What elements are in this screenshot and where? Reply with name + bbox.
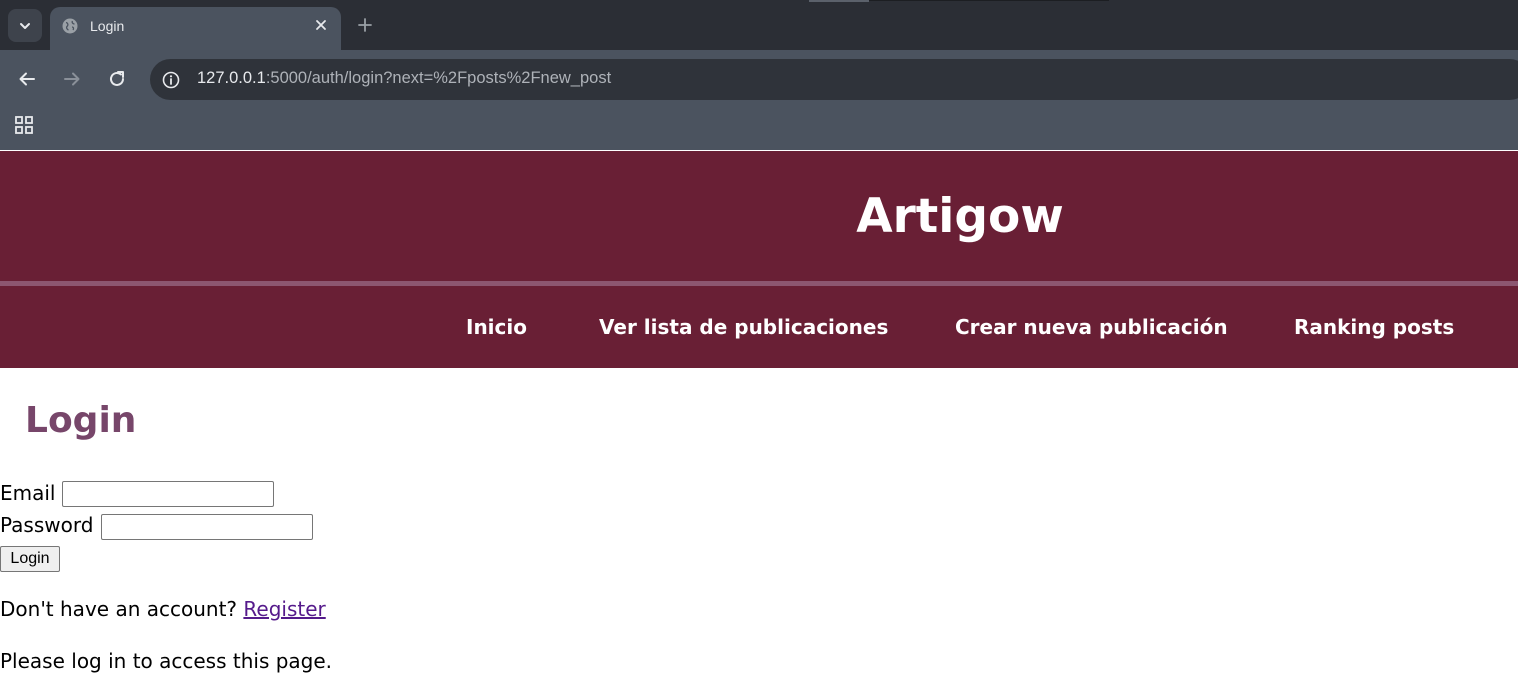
url-host: 127.0.0.1 — [197, 69, 266, 87]
nav-link-inicio[interactable]: Inicio — [466, 315, 527, 339]
password-field[interactable] — [101, 514, 313, 540]
site-nav: Inicio Ver lista de publicaciones Crear … — [0, 286, 1518, 368]
login-button[interactable]: Login — [0, 546, 60, 572]
globe-icon — [62, 18, 78, 34]
nav-link-post-list[interactable]: Ver lista de publicaciones — [599, 315, 888, 339]
email-label: Email — [0, 481, 56, 505]
new-tab-button[interactable] — [356, 16, 374, 34]
register-prompt-text: Don't have an account? — [0, 597, 238, 621]
arrow-right-icon — [64, 72, 80, 86]
nav-link-ranking[interactable]: Ranking posts — [1294, 315, 1454, 339]
reload-icon — [110, 71, 124, 86]
apps-grid-icon — [15, 116, 33, 134]
url-path: :5000/auth/login?next=%2Fposts%2Fnew_pos… — [265, 69, 612, 87]
nav-link-new-post[interactable]: Crear nueva publicación — [955, 315, 1228, 339]
password-label: Password — [0, 513, 94, 537]
address-bar[interactable]: 127.0.0.1:5000/auth/login?next=%2Fposts%… — [150, 59, 1518, 100]
site-header: Artigow — [0, 151, 1518, 281]
page-title: Login — [25, 400, 137, 441]
plus-icon — [358, 18, 372, 32]
site-info-icon[interactable] — [160, 69, 182, 91]
register-prompt: Don't have an account? Register — [0, 597, 326, 621]
arrow-left-icon — [19, 72, 35, 86]
apps-button[interactable] — [14, 115, 34, 135]
back-button[interactable] — [14, 66, 40, 92]
reload-button[interactable] — [104, 66, 130, 92]
tabstrip-edge-shadow — [869, 0, 1109, 1]
register-link[interactable]: Register — [243, 597, 325, 621]
tabstrip-edge-highlight — [809, 0, 869, 2]
flash-message: Please log in to access this page. — [0, 649, 333, 673]
browser-toolbar: 127.0.0.1:5000/auth/login?next=%2Fposts%… — [0, 50, 1518, 150]
tab-title: Login — [90, 18, 125, 34]
tab-close-icon[interactable] — [313, 17, 329, 33]
browser-tab-active[interactable]: Login — [50, 7, 341, 50]
browser-tabstrip: Login — [0, 0, 1518, 50]
chevron-down-icon — [20, 22, 30, 29]
email-field[interactable] — [62, 481, 274, 507]
tab-search-button[interactable] — [8, 9, 42, 42]
forward-button[interactable] — [59, 66, 85, 92]
url-text[interactable]: 127.0.0.1:5000/auth/login?next=%2Fposts%… — [197, 69, 611, 88]
site-title: Artigow — [856, 189, 1064, 244]
